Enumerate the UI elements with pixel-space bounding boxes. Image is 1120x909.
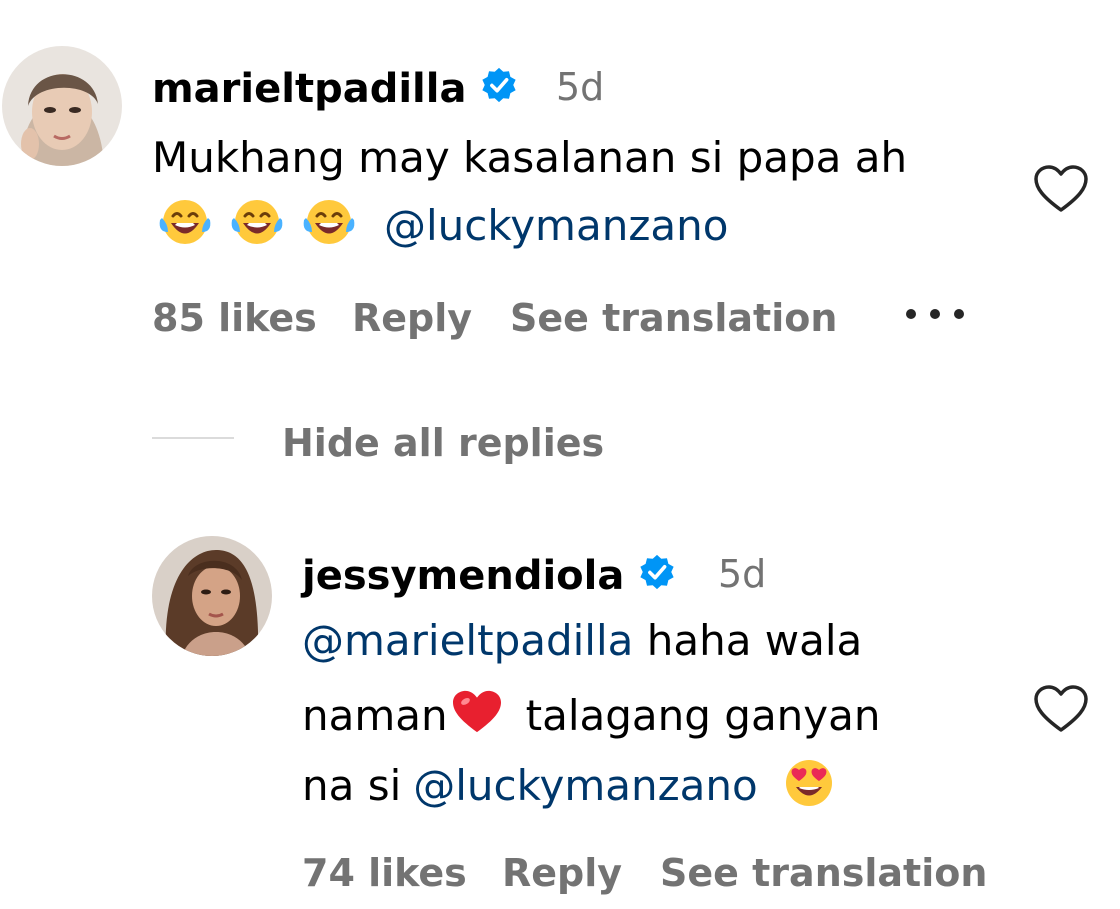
more-options-icon[interactable] [904, 306, 966, 325]
face-with-tears-of-joy-icon [300, 198, 358, 253]
face-with-tears-of-joy-icon [228, 198, 286, 253]
username-marieltpadilla[interactable]: marieltpadilla [152, 66, 518, 111]
red-heart-icon [450, 688, 504, 743]
mention-link[interactable]: @luckymanzano [413, 764, 757, 807]
reply-text-line-3: na si @luckymanzano [302, 756, 838, 815]
comment-text-line-1: Mukhang may kasalanan si papa ah [152, 133, 908, 182]
verified-badge-icon [480, 66, 518, 111]
avatar-jessymendiola[interactable] [152, 536, 272, 656]
reply-text-fragment: naman [302, 690, 448, 740]
reply-button[interactable]: Reply [352, 299, 472, 337]
likes-count[interactable]: 74 likes [302, 854, 467, 892]
reply-button[interactable]: Reply [502, 854, 622, 892]
face-with-tears-of-joy-icon [156, 198, 214, 253]
see-translation-button[interactable]: See translation [510, 299, 837, 337]
reply-time[interactable]: 5d [718, 555, 766, 593]
reply-text-fragment: talagang ganyan [525, 690, 881, 740]
reply-text-line-1: @marieltpadilla haha wala [302, 620, 862, 662]
see-translation-button[interactable]: See translation [660, 854, 987, 892]
mention-link[interactable]: @luckymanzano [384, 204, 728, 247]
verified-badge-icon [638, 553, 676, 598]
likes-count[interactable]: 85 likes [152, 299, 317, 337]
like-heart-icon[interactable] [1033, 684, 1089, 738]
reply-text-line-2: naman talagang ganyan [302, 688, 881, 743]
smiling-face-with-heart-eyes-icon [780, 756, 838, 815]
hide-replies-button[interactable]: Hide all replies [282, 424, 604, 462]
reply-text-fragment: haha wala [646, 616, 863, 665]
reply-text-fragment: na si [302, 760, 402, 810]
comment-text-line-2: @luckymanzano [156, 198, 728, 253]
mention-link[interactable]: @marieltpadilla [302, 616, 633, 665]
like-heart-icon[interactable] [1033, 164, 1089, 218]
username-jessymendiola[interactable]: jessymendiola [302, 553, 676, 598]
avatar-marieltpadilla[interactable] [2, 46, 122, 166]
replies-divider [152, 437, 234, 439]
comment-time[interactable]: 5d [556, 68, 604, 106]
username-text[interactable]: marieltpadilla [152, 69, 466, 109]
username-text[interactable]: jessymendiola [302, 556, 624, 596]
